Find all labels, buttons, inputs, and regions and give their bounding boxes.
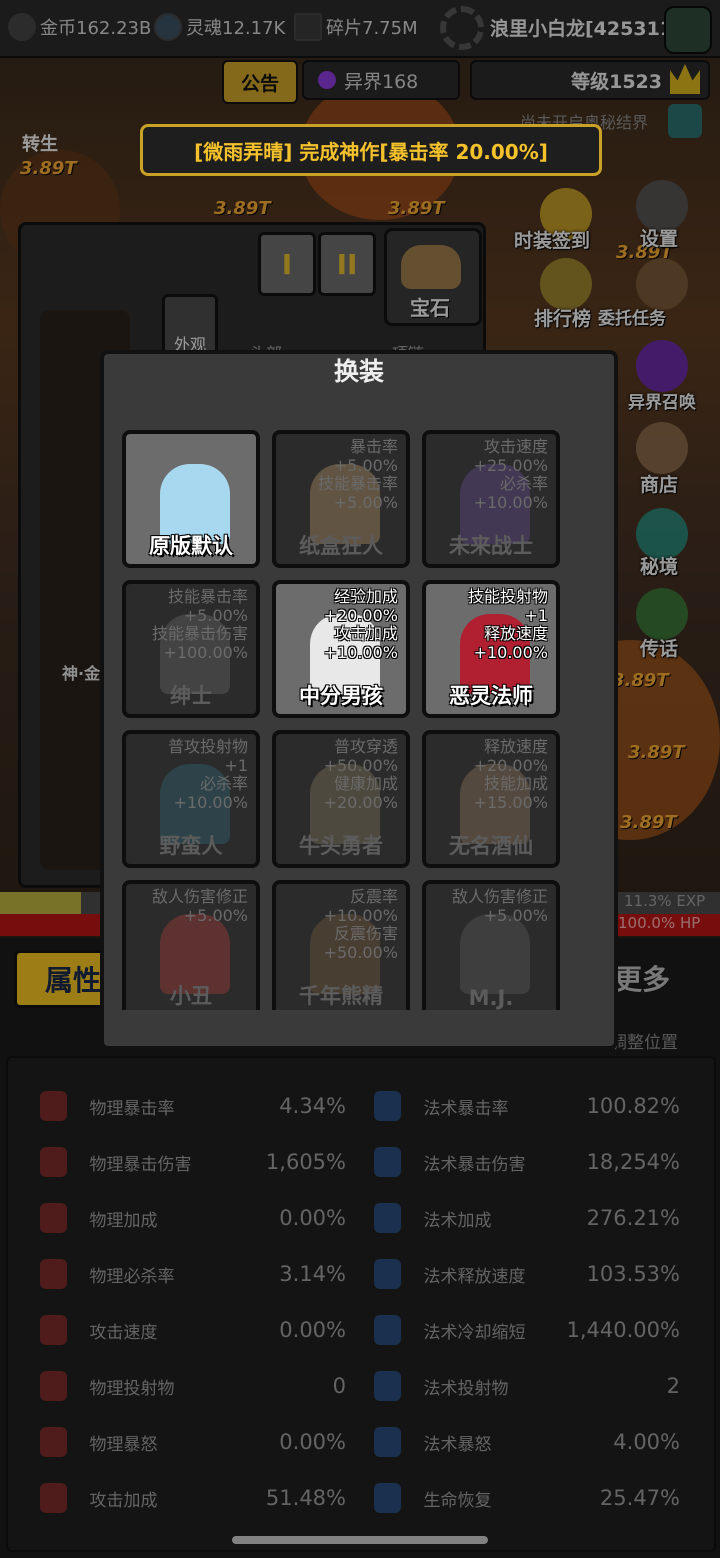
costume-bonus: 敌人伤害修正 +5.00%: [151, 887, 248, 925]
costume-bonus: 暴击率 +5.00% 技能暴击率 +5.00%: [317, 437, 398, 512]
costume-name: 小丑: [170, 984, 212, 1008]
costume-bonus: 敌人伤害修正 +5.00%: [451, 887, 548, 925]
costume-card[interactable]: 技能投射物 +1 释放速度 +10.00% 恶灵法师: [422, 580, 560, 718]
costume-bonus: 技能暴击率 +5.00% 技能暴击伤害 +100.00%: [151, 587, 248, 662]
costume-bonus: 攻击速度 +25.00% 必杀率 +10.00%: [473, 437, 548, 512]
costume-name: 千年熊精: [299, 984, 383, 1008]
costume-card[interactable]: 普攻投射物 +1 必杀率 +10.00% 野蛮人: [122, 730, 260, 868]
costume-name: 牛头勇者: [299, 834, 383, 858]
costume-bonus: 经验加成 +20.00% 攻击加成 +10.00%: [323, 587, 398, 662]
costume-bonus: 反震率 +10.00% 反震伤害 +50.00%: [323, 887, 398, 962]
costume-card[interactable]: 反震率 +10.00% 反震伤害 +50.00% 千年熊精: [272, 880, 410, 1010]
costume-name: M.J.: [468, 986, 514, 1010]
costume-name: 纸盒狂人: [299, 534, 383, 558]
costume-name: 未来战士: [449, 534, 533, 558]
costume-card[interactable]: 敌人伤害修正 +5.00% 小丑: [122, 880, 260, 1010]
costume-grid: 原版默认 暴击率 +5.00% 技能暴击率 +5.00% 纸盒狂人 攻击速度 +25.…: [122, 430, 572, 1010]
costume-name: 野蛮人: [159, 834, 223, 858]
costume-name: 恶灵法师: [449, 684, 533, 708]
costume-name: 绅士: [170, 684, 212, 708]
costume-bonus: 普攻投射物 +1 必杀率 +10.00%: [167, 737, 248, 812]
costume-card[interactable]: 攻击速度 +25.00% 必杀率 +10.00% 未来战士: [422, 430, 560, 568]
costume-bonus: 技能投射物 +1 释放速度 +10.00%: [467, 587, 548, 662]
costume-card[interactable]: 敌人伤害修正 +5.00% M.J.: [422, 880, 560, 1010]
costume-card[interactable]: 普攻穿透 +50.00% 健康加成 +20.00% 牛头勇者: [272, 730, 410, 868]
costume-name: 无名酒仙: [449, 834, 533, 858]
costume-bonus: 普攻穿透 +50.00% 健康加成 +20.00%: [323, 737, 398, 812]
costume-figure-icon: [460, 914, 530, 994]
costume-name: 原版默认: [149, 534, 233, 558]
costume-name: 中分男孩: [299, 684, 383, 708]
costume-card[interactable]: 经验加成 +20.00% 攻击加成 +10.00% 中分男孩: [272, 580, 410, 718]
costume-card[interactable]: 技能暴击率 +5.00% 技能暴击伤害 +100.00% 绅士: [122, 580, 260, 718]
modal-title: 换装: [333, 357, 384, 386]
achievement-toast: [微雨弄晴] 完成神作[暴击率 20.00%]: [140, 124, 602, 176]
costume-card[interactable]: 原版默认: [122, 430, 260, 568]
costume-card[interactable]: 暴击率 +5.00% 技能暴击率 +5.00% 纸盒狂人: [272, 430, 410, 568]
costume-bonus: 释放速度 +20.00% 技能加成 +15.00%: [473, 737, 548, 812]
costume-card[interactable]: 释放速度 +20.00% 技能加成 +15.00% 无名酒仙: [422, 730, 560, 868]
